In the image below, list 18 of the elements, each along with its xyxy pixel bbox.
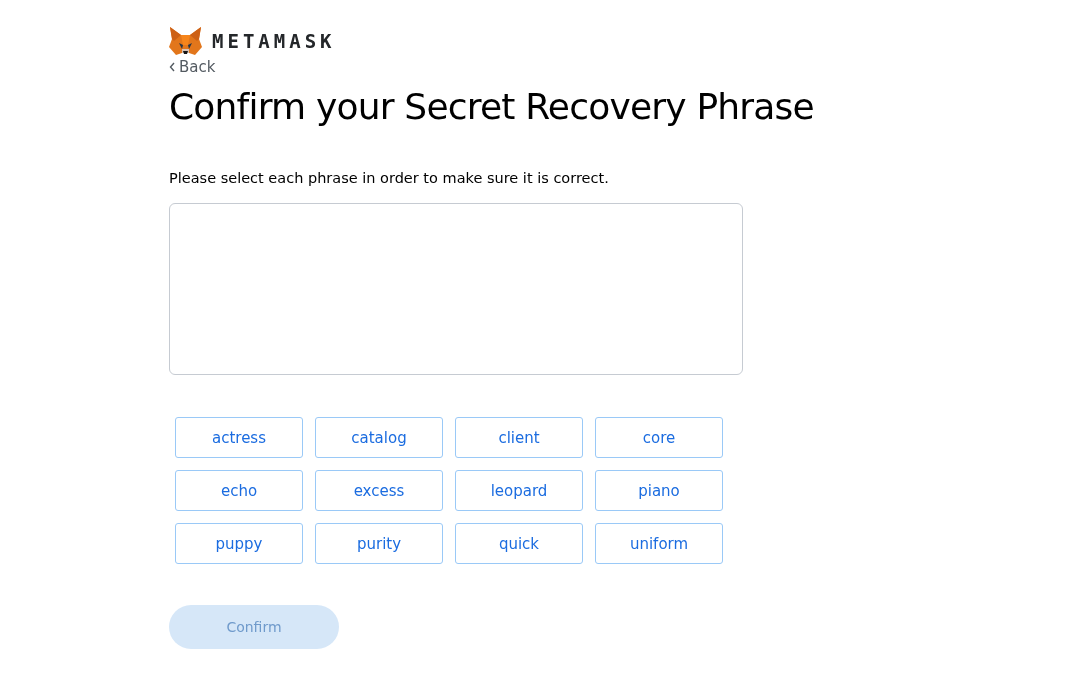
word-button[interactable]: piano (595, 470, 723, 511)
word-button[interactable]: client (455, 417, 583, 458)
word-button[interactable]: catalog (315, 417, 443, 458)
fox-logo-icon (169, 26, 202, 56)
word-button[interactable]: puppy (175, 523, 303, 564)
word-button[interactable]: core (595, 417, 723, 458)
word-button[interactable]: purity (315, 523, 443, 564)
instruction-text: Please select each phrase in order to make sure it is correct. (169, 169, 610, 187)
word-button[interactable]: quick (455, 523, 583, 564)
metamask-wordmark: METAMASK (212, 30, 336, 52)
page-title: Confirm your Secret Recovery Phrase (169, 85, 815, 129)
word-button[interactable]: leopard (455, 470, 583, 511)
chevron-left-icon (169, 62, 176, 72)
word-button[interactable]: echo (175, 470, 303, 511)
word-button[interactable]: excess (315, 470, 443, 511)
word-button[interactable]: uniform (595, 523, 723, 564)
back-link[interactable]: Back (169, 58, 216, 76)
word-button[interactable]: actress (175, 417, 303, 458)
